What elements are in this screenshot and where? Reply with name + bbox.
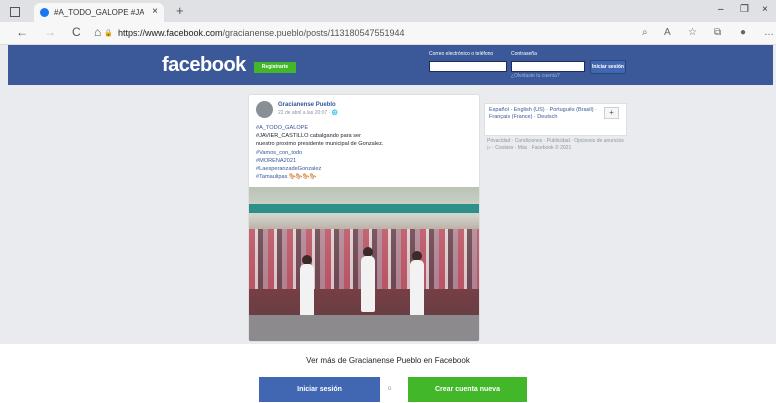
photo-banner <box>249 204 479 213</box>
post-author[interactable]: Gracianense Pueblo <box>278 102 336 108</box>
add-language-button[interactable]: + <box>604 107 619 119</box>
password-field[interactable] <box>511 61 585 72</box>
reload-button[interactable]: C <box>72 25 81 39</box>
lock-icon[interactable]: 🔒 <box>104 29 113 37</box>
browser-tab-strip: #A_TODO_GALOPE #JAVIER_CA × + – ❐ × <box>0 0 776 22</box>
minimize-button[interactable]: – <box>718 4 724 15</box>
post-text-line: #JAVIER_CASTILLO cabalgando para ser <box>256 133 361 140</box>
login-overlay: Ver más de Gracianense Pueblo en Faceboo… <box>0 344 776 403</box>
facebook-logo[interactable]: facebook <box>162 54 246 77</box>
address-bar-row: ← → C ⌂ 🔒 https://www.facebook.com/graci… <box>0 22 776 45</box>
tab-title: #A_TODO_GALOPE #JAVIER_CA <box>54 8 144 17</box>
post-card: Gracianense Pueblo 22 de abril a las 20:… <box>248 94 480 342</box>
facebook-header: facebook Registrarte Correo electrónico … <box>8 45 773 85</box>
window-close-button[interactable]: × <box>762 4 768 15</box>
collections-icon[interactable]: ⧉ <box>714 27 721 38</box>
see-more-text: Ver más de Gracianense Pueblo en Faceboo… <box>306 356 470 365</box>
photo-person <box>410 260 424 316</box>
tab-close-icon[interactable]: × <box>152 6 158 17</box>
tab-actions-icon[interactable] <box>10 7 20 17</box>
register-button[interactable]: Registrarte <box>254 62 296 73</box>
new-tab-button[interactable]: + <box>176 3 184 18</box>
header-login-button[interactable]: Iniciar sesión <box>590 60 626 74</box>
create-account-button[interactable]: Crear cuenta nueva <box>408 377 527 402</box>
profile-icon[interactable]: ● <box>740 27 746 38</box>
post-date[interactable]: 22 de abril a las 20:07 · 🌐 <box>278 110 338 116</box>
login-button[interactable]: Iniciar sesión <box>259 377 380 402</box>
zoom-icon[interactable]: ⌕ <box>642 27 648 38</box>
favorites-icon[interactable]: ☆ <box>688 27 697 38</box>
or-label: o <box>388 386 392 392</box>
email-field[interactable] <box>429 61 507 72</box>
avatar[interactable] <box>256 101 273 118</box>
post-hashtag-line[interactable]: #MORENA2021 <box>256 157 471 165</box>
post-date-text: 22 de abril a las 20:07 · <box>278 110 332 116</box>
post-photo[interactable] <box>249 187 479 341</box>
url-host: https://www.facebook.com <box>118 28 223 38</box>
post-hashtag-line[interactable]: #LaesperanzadeGonzalez <box>256 165 471 173</box>
browser-tab[interactable]: #A_TODO_GALOPE #JAVIER_CA × <box>34 3 164 22</box>
post-hashtag-line[interactable]: #Vamos_con_todo <box>256 149 471 157</box>
home-button[interactable]: ⌂ <box>94 25 101 39</box>
post-text: #A_TODO_GALOPE #JAVIER_CASTILLO cabalgand… <box>256 124 471 181</box>
url-field[interactable]: https://www.facebook.com/gracianense.pue… <box>118 28 405 38</box>
post-hashtag-line[interactable]: #A_TODO_GALOPE <box>256 124 471 132</box>
facebook-favicon-icon <box>40 8 49 17</box>
post-hashtag-line[interactable]: #Tamaulipas 🐎🐎🐎🐎 <box>256 173 471 181</box>
language-links[interactable]: Español · English (US) · Português (Bras… <box>489 107 601 121</box>
email-label: Correo electrónico o teléfono <box>429 51 494 57</box>
maximize-button[interactable]: ❐ <box>740 4 749 15</box>
globe-icon: 🌐 <box>331 110 338 116</box>
footer-links[interactable]: Privacidad · Condiciones · Publicidad · … <box>487 138 627 151</box>
language-box: Español · English (US) · Português (Bras… <box>484 103 627 136</box>
more-icon[interactable]: … <box>764 27 774 38</box>
photo-floor <box>249 315 479 341</box>
photo-person <box>361 256 375 312</box>
url-path: /gracianense.pueblo/posts/11318054755194… <box>222 28 405 38</box>
forward-button[interactable]: → <box>44 25 56 39</box>
password-label: Contraseña <box>511 51 537 57</box>
back-button[interactable]: ← <box>16 25 28 39</box>
reader-icon[interactable]: A <box>664 27 671 38</box>
photo-person <box>300 264 314 320</box>
forgot-account-link[interactable]: ¿Olvidaste tu cuenta? <box>511 73 560 79</box>
post-text-line: nuestro proximo presidente municipal de … <box>256 141 384 148</box>
